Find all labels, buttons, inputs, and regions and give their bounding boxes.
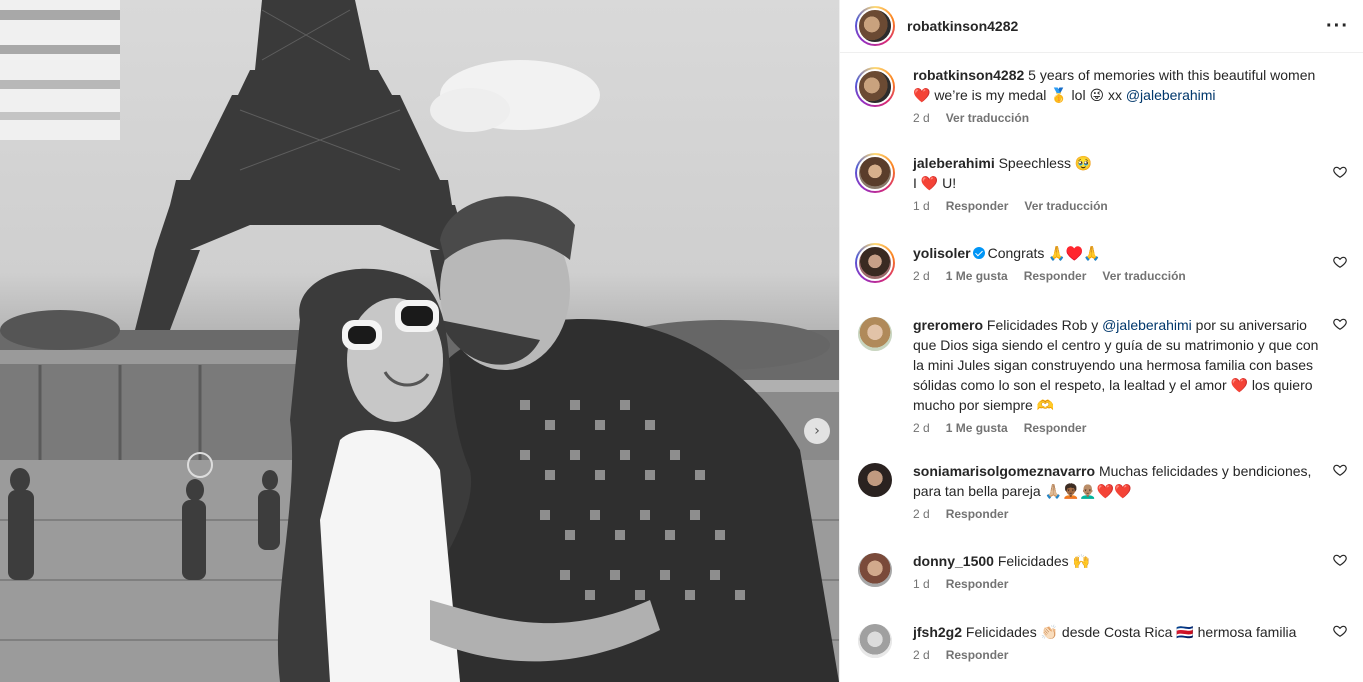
comment-text: Speechless 🥹 bbox=[994, 155, 1093, 171]
caption-time[interactable]: 2 d bbox=[913, 111, 930, 125]
reply-button[interactable]: Responder bbox=[1024, 421, 1087, 435]
comment-username[interactable]: jfsh2g2 bbox=[913, 624, 962, 640]
comment-time[interactable]: 2 d bbox=[913, 507, 930, 521]
like-heart-icon[interactable] bbox=[1333, 255, 1347, 269]
comment-item: donny_1500 Felicidades 🙌 1 d Responder bbox=[855, 551, 1347, 622]
comment-item: yolisoler Congrats 🙏♥️🙏 2 d 1 Me gusta Re… bbox=[855, 243, 1347, 315]
comment-username[interactable]: jaleberahimi bbox=[913, 155, 995, 171]
post-photo[interactable]: › bbox=[0, 0, 839, 682]
caption-avatar[interactable] bbox=[855, 67, 895, 107]
comment-item: jfsh2g2 Felicidades 👏🏻 desde Costa Rica … bbox=[855, 622, 1347, 682]
comment-username[interactable]: yolisoler bbox=[913, 245, 971, 261]
reply-button[interactable]: Responder bbox=[946, 648, 1009, 662]
translate-button[interactable]: Ver traducción bbox=[1102, 269, 1185, 283]
translate-button[interactable]: Ver traducción bbox=[1024, 199, 1107, 213]
reply-button[interactable]: Responder bbox=[946, 577, 1009, 591]
comment-time[interactable]: 1 d bbox=[913, 577, 930, 591]
comment-text: Felicidades 👏🏻 desde Costa Rica 🇨🇷 hermo… bbox=[962, 624, 1297, 640]
comment-avatar[interactable] bbox=[858, 624, 892, 658]
like-heart-icon[interactable] bbox=[1333, 624, 1347, 638]
comment-avatar[interactable] bbox=[855, 243, 895, 283]
comment-text-line2: I ❤️ U! bbox=[913, 175, 957, 191]
likes-count[interactable]: 1 Me gusta bbox=[946, 269, 1008, 283]
caption-username[interactable]: robatkinson4282 bbox=[913, 67, 1024, 83]
caption-translate-button[interactable]: Ver traducción bbox=[946, 111, 1029, 125]
reply-button[interactable]: Responder bbox=[1024, 269, 1087, 283]
comment-mention[interactable]: @jaleberahimi bbox=[1102, 317, 1192, 333]
comment-username[interactable]: donny_1500 bbox=[913, 553, 994, 569]
reply-button[interactable]: Responder bbox=[946, 507, 1009, 521]
comment-list: robatkinson4282 5 years of memories with… bbox=[840, 53, 1363, 682]
likes-count[interactable]: 1 Me gusta bbox=[946, 421, 1008, 435]
comment-avatar[interactable] bbox=[858, 463, 892, 497]
chevron-right-icon: › bbox=[814, 423, 820, 439]
comment-username[interactable]: soniamarisolgomeznavarro bbox=[913, 463, 1095, 479]
comment-text: Congrats 🙏♥️🙏 bbox=[987, 245, 1101, 261]
comment-avatar[interactable] bbox=[858, 317, 892, 351]
reply-button[interactable]: Responder bbox=[946, 199, 1009, 213]
like-heart-icon[interactable] bbox=[1333, 463, 1347, 477]
more-horizontal-icon[interactable]: ··· bbox=[1326, 16, 1349, 36]
comment-time[interactable]: 2 d bbox=[913, 421, 930, 435]
post-viewer: › robatkinson4282 ··· robatkinson4282 5 … bbox=[0, 0, 1363, 682]
comment-avatar[interactable] bbox=[858, 553, 892, 587]
comment-text: Felicidades Rob y bbox=[983, 317, 1103, 333]
verified-badge-icon bbox=[972, 247, 985, 259]
like-heart-icon[interactable] bbox=[1333, 165, 1347, 179]
author-avatar[interactable] bbox=[855, 6, 895, 46]
comment-avatar[interactable] bbox=[855, 153, 895, 193]
caption-mention[interactable]: @jaleberahimi bbox=[1126, 87, 1216, 103]
like-heart-icon[interactable] bbox=[1333, 553, 1347, 567]
comment-item: greromero Felicidades Rob y @jaleberahim… bbox=[855, 315, 1347, 461]
comment-username[interactable]: greromero bbox=[913, 317, 983, 333]
comment-item: soniamarisolgomeznavarro Muchas felicida… bbox=[855, 461, 1347, 551]
comment-time[interactable]: 2 d bbox=[913, 269, 930, 283]
comment-time[interactable]: 1 d bbox=[913, 199, 930, 213]
next-photo-button[interactable]: › bbox=[804, 418, 830, 444]
like-heart-icon[interactable] bbox=[1333, 317, 1347, 331]
comment-time[interactable]: 2 d bbox=[913, 648, 930, 662]
comment-text: Felicidades 🙌 bbox=[993, 553, 1090, 569]
photo-illustration bbox=[0, 0, 839, 682]
comments-panel: robatkinson4282 ··· robatkinson4282 5 ye… bbox=[839, 0, 1363, 682]
post-header: robatkinson4282 ··· bbox=[840, 0, 1363, 53]
caption: robatkinson4282 5 years of memories with… bbox=[855, 65, 1347, 153]
author-username[interactable]: robatkinson4282 bbox=[907, 18, 1326, 34]
comment-item: jaleberahimi Speechless 🥹 I ❤️ U! 1 d Re… bbox=[855, 153, 1347, 243]
